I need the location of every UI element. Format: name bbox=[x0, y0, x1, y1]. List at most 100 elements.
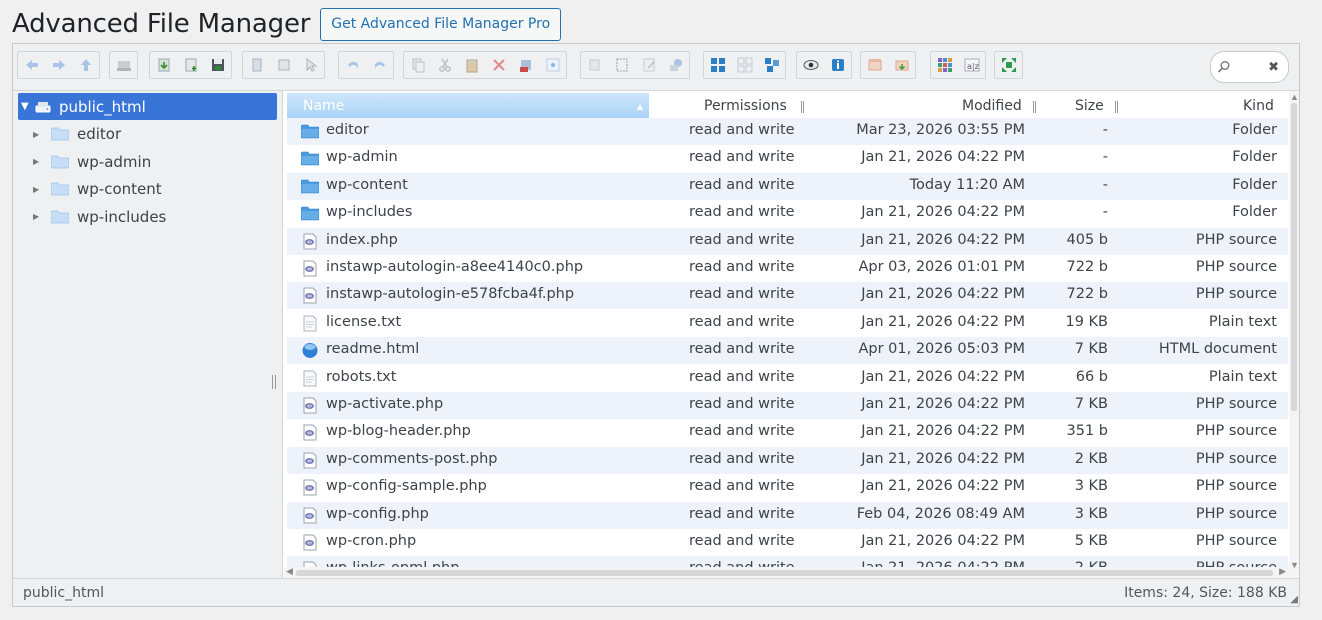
table-row[interactable]: instawp-autologin-e578fcba4f.php read and… bbox=[287, 282, 1288, 310]
file-size: - bbox=[1102, 176, 1108, 193]
select-button[interactable] bbox=[297, 52, 324, 78]
expand-caret-icon[interactable]: ▼ bbox=[21, 101, 35, 112]
column-size[interactable]: Size bbox=[1075, 93, 1104, 118]
column-resize-handle[interactable] bbox=[1115, 101, 1118, 113]
column-modified[interactable]: Modified bbox=[962, 93, 1022, 118]
fullscreen-button[interactable] bbox=[995, 52, 1022, 78]
open-button[interactable] bbox=[243, 52, 270, 78]
table-row[interactable]: instawp-autologin-a8ee4140c0.php read and… bbox=[287, 255, 1288, 282]
html-file-icon bbox=[301, 342, 319, 359]
table-row[interactable]: editor read and write Mar 23, 2026 03:55 P… bbox=[287, 118, 1288, 145]
search-input[interactable]: ✖ bbox=[1210, 51, 1289, 83]
column-permissions[interactable]: Permissions bbox=[704, 93, 787, 118]
view-list-button[interactable] bbox=[731, 52, 758, 78]
preview-button[interactable] bbox=[797, 52, 824, 78]
copy-button[interactable] bbox=[404, 52, 431, 78]
view-buttons-icon[interactable] bbox=[704, 52, 731, 78]
column-resize-handle[interactable] bbox=[801, 101, 804, 113]
edit-button[interactable] bbox=[635, 52, 662, 78]
archive-button[interactable] bbox=[888, 52, 915, 78]
table-row[interactable]: readme.html read and write Apr 01, 2026 05… bbox=[287, 337, 1288, 365]
column-name[interactable]: Name ▲ bbox=[287, 93, 649, 118]
extract-icon bbox=[868, 59, 881, 71]
extract-button[interactable] bbox=[861, 52, 888, 78]
table-row[interactable]: wp-includes read and write Jan 21, 2026 04… bbox=[287, 200, 1288, 227]
undo-button[interactable] bbox=[339, 52, 366, 78]
view-list-icon bbox=[737, 57, 752, 73]
file-permissions: read and write bbox=[689, 478, 795, 495]
table-row[interactable]: robots.txt read and write Jan 21, 2026 04:… bbox=[287, 365, 1288, 392]
table-row[interactable]: index.php read and write Jan 21, 2026 04:2… bbox=[287, 227, 1288, 255]
folder-icon bbox=[50, 127, 70, 141]
table-row[interactable]: wp-blog-header.php read and write Jan 21, … bbox=[287, 419, 1288, 446]
home-button[interactable] bbox=[110, 52, 137, 78]
trash-button[interactable] bbox=[512, 52, 539, 78]
scroll-thumb[interactable] bbox=[296, 570, 1273, 576]
tree-item-wp-admin[interactable]: ▶ wp-admin bbox=[33, 150, 151, 174]
table-row[interactable]: wp-config.php read and write Feb 04, 2026 … bbox=[287, 501, 1288, 529]
expand-arrow-icon[interactable]: ▶ bbox=[33, 130, 45, 139]
tree-item-wp-content[interactable]: ▶ wp-content bbox=[33, 177, 162, 201]
duplicate-button[interactable] bbox=[581, 52, 608, 78]
restore-button[interactable] bbox=[539, 52, 566, 78]
table-row[interactable]: wp-comments-post.php read and write Jan 21… bbox=[287, 446, 1288, 474]
column-resize-handle[interactable] bbox=[1033, 101, 1036, 113]
toolbar: a|z bbox=[13, 44, 1299, 91]
delete-button[interactable] bbox=[485, 52, 512, 78]
tree-root-public-html[interactable]: ▼ public_html bbox=[18, 93, 277, 120]
file-size: - bbox=[1102, 204, 1108, 221]
file-name: license.txt bbox=[326, 313, 402, 330]
svg-text:a|z: a|z bbox=[967, 62, 979, 71]
forward-button[interactable] bbox=[45, 52, 72, 78]
tree-item-editor[interactable]: ▶ editor bbox=[33, 122, 121, 146]
back-button[interactable] bbox=[18, 52, 45, 78]
table-row[interactable]: wp-config-sample.php read and write Jan 21… bbox=[287, 474, 1288, 501]
scroll-right-icon[interactable]: ▶ bbox=[1279, 566, 1286, 577]
file-size: 7 KB bbox=[1074, 341, 1108, 358]
scroll-up-icon[interactable]: ▲ bbox=[1290, 92, 1299, 102]
select-icon bbox=[306, 57, 317, 72]
file-kind: Folder bbox=[1232, 149, 1277, 166]
save-button[interactable] bbox=[204, 52, 231, 78]
scroll-down-icon[interactable]: ▼ bbox=[1290, 560, 1299, 570]
clear-search-icon[interactable]: ✖ bbox=[1268, 59, 1279, 75]
splitter-handle[interactable] bbox=[272, 375, 276, 389]
table-row[interactable]: license.txt read and write Jan 21, 2026 04… bbox=[287, 310, 1288, 337]
download-button[interactable] bbox=[150, 52, 177, 78]
toolbar-group bbox=[149, 51, 232, 79]
table-row[interactable]: wp-activate.php read and write Jan 21, 202… bbox=[287, 392, 1288, 419]
horizontal-scrollbar[interactable]: ◀ ▶ bbox=[284, 566, 1289, 578]
select-all-button[interactable] bbox=[608, 52, 635, 78]
scroll-thumb[interactable] bbox=[1291, 103, 1297, 411]
up-button[interactable] bbox=[72, 52, 99, 78]
redo-button[interactable] bbox=[366, 52, 393, 78]
info-button[interactable] bbox=[824, 52, 851, 78]
table-row[interactable]: wp-admin read and write Jan 21, 2026 04:22… bbox=[287, 145, 1288, 172]
info-settings-button[interactable] bbox=[662, 52, 689, 78]
file-size: 351 b bbox=[1066, 423, 1109, 440]
expand-arrow-icon[interactable]: ▶ bbox=[33, 157, 45, 166]
resize-grip-icon[interactable]: ◢ bbox=[1290, 594, 1298, 605]
file-modified: Jan 21, 2026 04:22 PM bbox=[861, 450, 1025, 467]
vertical-scrollbar[interactable]: ▲ ▼ bbox=[1289, 91, 1299, 578]
text-button[interactable]: a|z bbox=[958, 52, 985, 78]
upload-button[interactable] bbox=[177, 52, 204, 78]
grid-button[interactable] bbox=[931, 52, 958, 78]
table-row[interactable]: wp-content read and write Today 11:20 AM - F… bbox=[287, 172, 1288, 200]
paste-icon bbox=[466, 59, 477, 73]
info-settings-icon bbox=[669, 59, 682, 71]
table-row[interactable]: wp-cron.php read and write Jan 21, 2026 04… bbox=[287, 529, 1288, 556]
file-name: wp-blog-header.php bbox=[326, 423, 471, 440]
tree-item-wp-includes[interactable]: ▶ wp-includes bbox=[33, 205, 166, 229]
save-as-button[interactable] bbox=[270, 52, 297, 78]
expand-arrow-icon[interactable]: ▶ bbox=[33, 212, 45, 221]
status-path: public_html bbox=[23, 585, 105, 601]
expand-arrow-icon[interactable]: ▶ bbox=[33, 185, 45, 194]
get-pro-button[interactable]: Get Advanced File Manager Pro bbox=[320, 7, 562, 41]
cut-button[interactable] bbox=[431, 52, 458, 78]
column-kind[interactable]: Kind bbox=[1243, 93, 1274, 118]
scroll-left-icon[interactable]: ◀ bbox=[286, 566, 293, 577]
view-tree-button[interactable] bbox=[758, 52, 785, 78]
paste-button[interactable] bbox=[458, 52, 485, 78]
copy-icon bbox=[412, 58, 424, 73]
